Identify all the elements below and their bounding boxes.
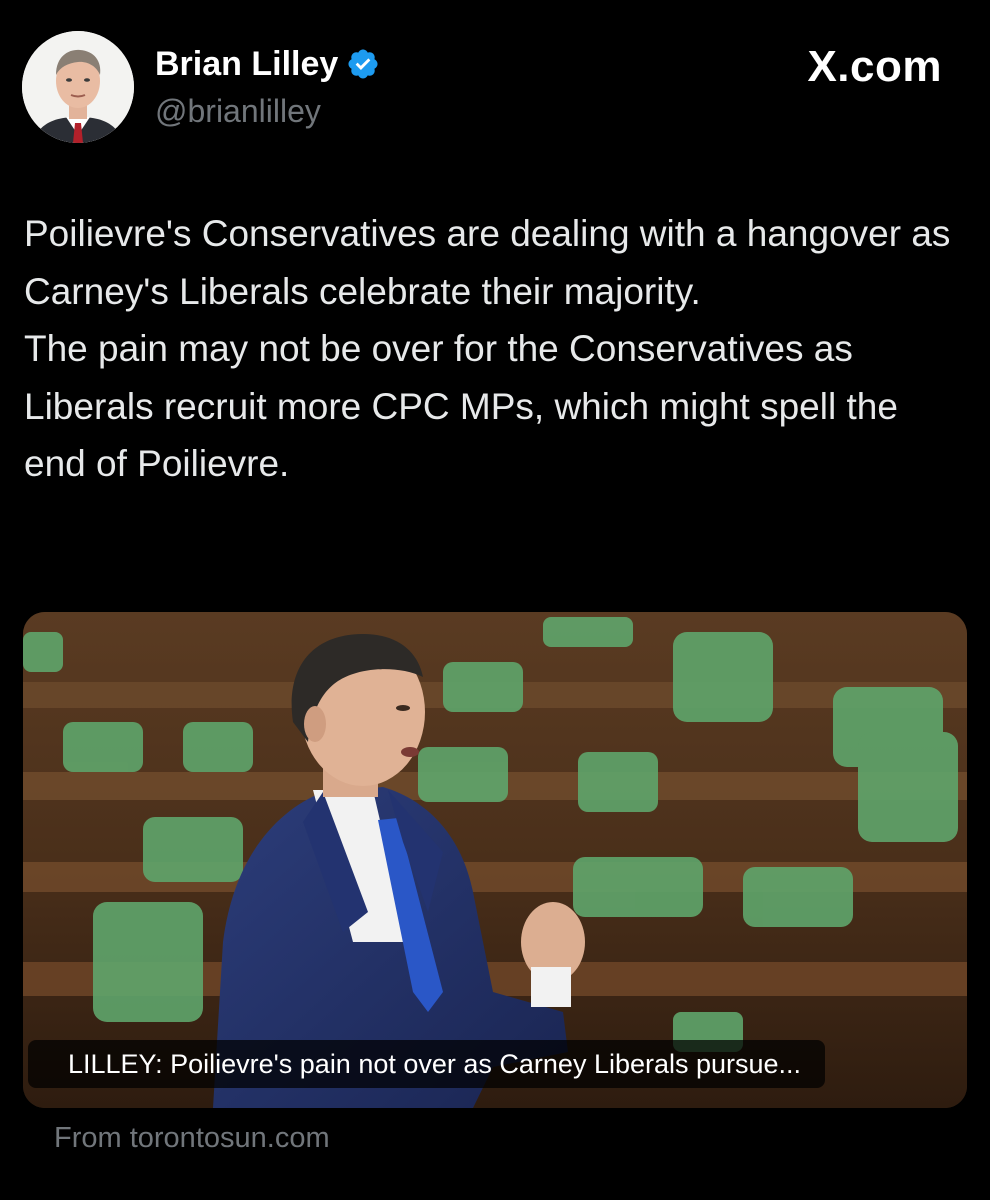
x-com-logo: X.com: [807, 42, 942, 91]
link-card[interactable]: [23, 612, 967, 1108]
article-photo: [23, 612, 967, 1108]
tweet-paragraph: The pain may not be over for the Conserv…: [24, 328, 898, 484]
avatar[interactable]: [22, 31, 134, 143]
tweet-text: Poilievre's Conservatives are dealing wi…: [24, 205, 954, 493]
profile-photo-icon: [22, 31, 134, 143]
tweet: Brian Lilley @brianlilley X.com Poilievr…: [0, 0, 990, 1200]
author-display-name[interactable]: Brian Lilley: [155, 44, 338, 84]
card-headline[interactable]: LILLEY: Poilievre's pain not over as Car…: [28, 1040, 826, 1088]
tweet-paragraph: Poilievre's Conservatives are dealing wi…: [24, 213, 951, 312]
author-name-row[interactable]: Brian Lilley: [155, 44, 380, 84]
author-handle[interactable]: @brianlilley: [155, 92, 321, 130]
card-source[interactable]: From torontosun.com: [54, 1120, 330, 1156]
verified-badge-icon: [348, 49, 378, 79]
